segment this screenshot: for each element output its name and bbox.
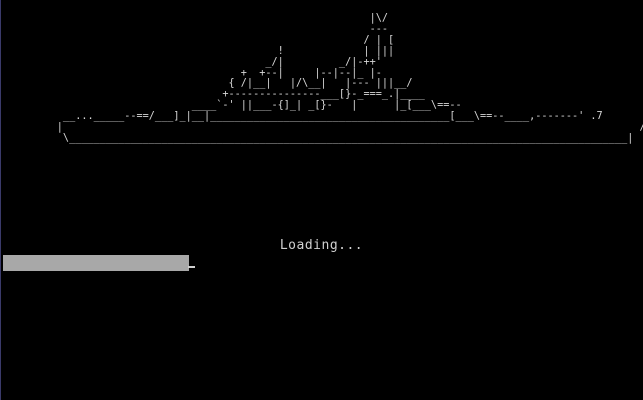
loading-progress-bar: [3, 255, 623, 271]
console-screen: |\/ --- / | [ ! | ||| _/| _/|-++' + +--|…: [0, 0, 643, 400]
ship-ascii-art: |\/ --- / | [ ! | ||| _/| _/|-++' + +--|…: [56, 13, 643, 144]
loading-label: Loading...: [279, 238, 364, 253]
progress-fill: [3, 255, 189, 271]
text-cursor: [188, 266, 195, 268]
window-edge: [0, 0, 1, 400]
